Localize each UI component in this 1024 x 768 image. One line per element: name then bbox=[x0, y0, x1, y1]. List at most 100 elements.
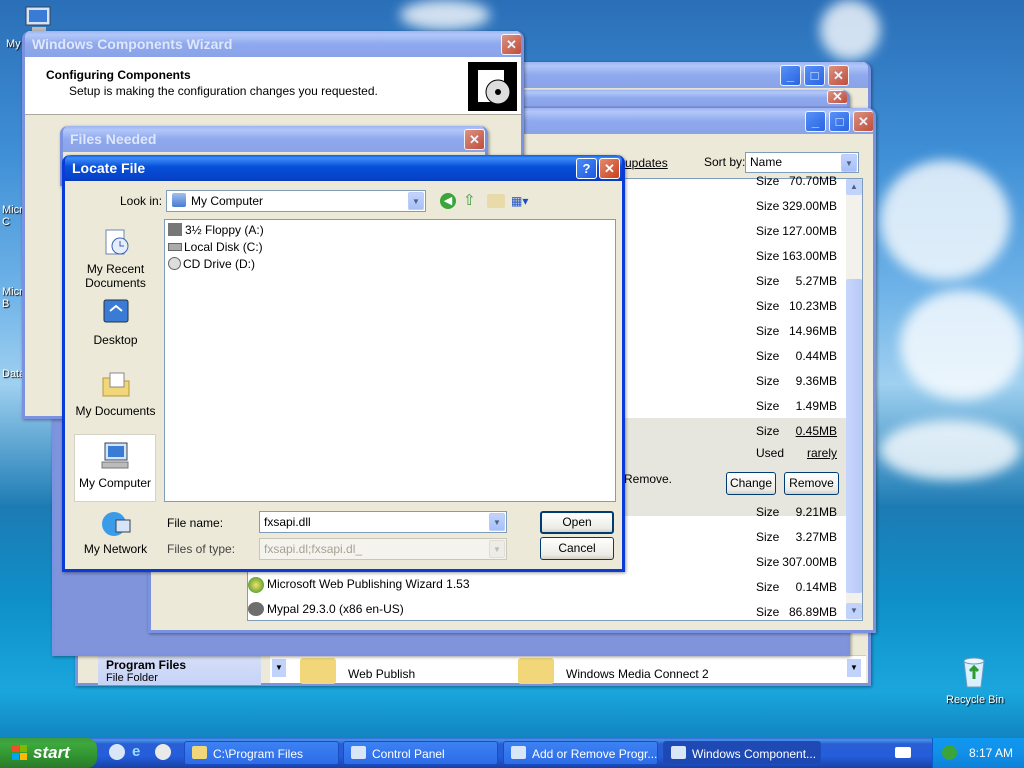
desktop-label-micro-b: Micro B bbox=[2, 286, 29, 310]
close-button[interactable]: ✕ bbox=[828, 65, 849, 86]
media-player-icon[interactable] bbox=[155, 744, 171, 760]
desktop-label-micro-c: Micro C bbox=[2, 204, 29, 228]
place-my-computer[interactable]: My Computer bbox=[74, 434, 156, 502]
maximize-button[interactable]: □ bbox=[829, 111, 850, 132]
wizard-subheading: Setup is making the configuration change… bbox=[69, 84, 378, 98]
view-menu-icon[interactable]: ▦▾ bbox=[511, 194, 535, 208]
windows-update-icon[interactable] bbox=[109, 744, 125, 760]
task-windows-components[interactable]: Windows Component... bbox=[663, 741, 821, 765]
chevron-down-icon[interactable]: ▼ bbox=[489, 513, 505, 531]
cancel-button[interactable]: Cancel bbox=[540, 537, 614, 560]
scroll-down-arrow[interactable]: ▼ bbox=[846, 603, 862, 619]
task-control-panel[interactable]: Control Panel bbox=[343, 741, 498, 765]
help-button[interactable]: ? bbox=[576, 158, 597, 179]
web-publishing-wizard-icon bbox=[248, 577, 264, 593]
file-name-input[interactable]: fxsapi.dll ▼ bbox=[259, 511, 507, 533]
change-button[interactable]: Change bbox=[726, 472, 776, 495]
chevron-down-icon[interactable]: ▼ bbox=[408, 192, 424, 210]
new-folder-icon[interactable] bbox=[487, 194, 505, 208]
internet-explorer-icon[interactable]: e bbox=[132, 744, 148, 760]
task-add-remove[interactable]: Add or Remove Progr... bbox=[503, 741, 658, 765]
place-label: My Computer bbox=[78, 476, 152, 490]
my-computer-icon bbox=[99, 440, 131, 472]
scroll-thumb[interactable] bbox=[846, 279, 862, 593]
up-folder-icon[interactable]: ⇧ bbox=[463, 192, 481, 210]
chevron-down-icon[interactable]: ▼ bbox=[841, 154, 857, 172]
hard-drive-icon bbox=[168, 243, 182, 251]
look-in-value: My Computer bbox=[191, 194, 264, 208]
remove-hint-text: Remove. bbox=[624, 472, 673, 486]
selected-folder-type: File Folder bbox=[106, 672, 158, 684]
size-value: 0.44MB bbox=[795, 349, 837, 363]
file-name-label: File name: bbox=[167, 516, 224, 530]
file-item-local-disk[interactable]: Local Disk (C:) bbox=[168, 240, 263, 254]
maximize-button[interactable]: □ bbox=[804, 65, 825, 86]
files-needed-title: Files Needed bbox=[70, 131, 157, 147]
place-my-recent-documents[interactable]: My Recent Documents bbox=[74, 226, 157, 290]
list-scrollbar[interactable]: ▲ ▼ bbox=[846, 179, 862, 620]
look-in-select[interactable]: My Computer ▼ bbox=[166, 190, 426, 212]
file-item-cd-drive[interactable]: CD Drive (D:) bbox=[168, 257, 255, 271]
place-my-documents[interactable]: My Documents bbox=[74, 368, 157, 418]
scroll-down-arrow[interactable]: ▼ bbox=[272, 659, 286, 677]
place-desktop[interactable]: Desktop bbox=[74, 297, 157, 347]
quick-launch: e bbox=[105, 743, 175, 763]
floppy-drive-icon bbox=[168, 223, 182, 236]
wizard-heading: Configuring Components bbox=[46, 68, 191, 82]
folder-list: ▼ Web Publish Windows Media Connect 2 ▼ bbox=[270, 655, 866, 684]
back-icon[interactable]: ◀ bbox=[440, 193, 456, 209]
scroll-down-arrow[interactable]: ▼ bbox=[847, 659, 861, 677]
place-my-network[interactable]: My Network bbox=[74, 508, 157, 556]
folder-item-web-publish[interactable]: Web Publish bbox=[348, 667, 415, 681]
chevron-down-icon: ▼ bbox=[489, 540, 505, 558]
wizard-header: Configuring Components Setup is making t… bbox=[25, 57, 521, 115]
recycle-bin-icon[interactable] bbox=[958, 655, 990, 689]
minimize-button[interactable]: _ bbox=[805, 111, 826, 132]
size-value: 3.27MB bbox=[795, 530, 837, 544]
task-label: Control Panel bbox=[372, 747, 445, 761]
place-label: My Recent Documents bbox=[85, 262, 146, 290]
close-button[interactable]: ✕ bbox=[501, 34, 521, 55]
remove-button[interactable]: Remove bbox=[784, 472, 839, 495]
recent-documents-icon bbox=[100, 226, 132, 258]
selected-size-value[interactable]: 0.45MB bbox=[757, 424, 837, 438]
desktop-label-my: My bbox=[6, 38, 21, 50]
used-value[interactable]: rarely bbox=[757, 446, 837, 460]
file-item-floppy[interactable]: 3½ Floppy (A:) bbox=[168, 223, 264, 237]
locate-file-titlebar: Locate File ? ✕ bbox=[65, 155, 622, 181]
close-button[interactable]: ✕ bbox=[599, 158, 620, 179]
folder-icon bbox=[192, 746, 207, 759]
folder-icon bbox=[300, 658, 336, 684]
file-item-label: Local Disk (C:) bbox=[184, 240, 263, 254]
close-button[interactable]: ✕ bbox=[464, 129, 485, 150]
size-value: 329.00MB bbox=[782, 199, 837, 213]
minimize-button[interactable]: _ bbox=[780, 65, 801, 86]
folder-icon bbox=[518, 658, 554, 684]
keyboard-icon[interactable] bbox=[895, 747, 911, 758]
size-value: 70.70MB bbox=[788, 174, 837, 186]
program-row-mypal[interactable]: Mypal 29.3.0 (x86 en-US) bbox=[248, 602, 404, 616]
wizard-title: Windows Components Wizard bbox=[32, 36, 233, 52]
clock[interactable]: 8:17 AM bbox=[969, 746, 1013, 760]
system-tray: 8:17 AM bbox=[932, 738, 1024, 768]
show-updates-label[interactable]: updates bbox=[625, 156, 668, 170]
scroll-up-arrow[interactable]: ▲ bbox=[846, 179, 862, 195]
task-program-files[interactable]: C:\Program Files bbox=[184, 741, 339, 765]
selected-folder-name: Program Files bbox=[106, 658, 187, 672]
folder-item-windows-media-connect[interactable]: Windows Media Connect 2 bbox=[566, 667, 709, 681]
open-button[interactable]: Open bbox=[540, 511, 614, 534]
size-value: 5.27MB bbox=[795, 274, 837, 288]
size-value: 86.89MB bbox=[788, 605, 837, 619]
close-button[interactable]: ✕ bbox=[827, 90, 847, 104]
sort-by-select[interactable]: Name ▼ bbox=[745, 152, 859, 173]
size-value: 127.00MB bbox=[782, 224, 837, 238]
file-type-label: Files of type: bbox=[167, 542, 236, 556]
close-button[interactable]: ✕ bbox=[853, 111, 873, 132]
desktop-icon bbox=[100, 297, 132, 329]
start-button[interactable]: start bbox=[0, 738, 97, 768]
my-network-icon bbox=[100, 508, 132, 540]
network-tray-icon[interactable] bbox=[942, 745, 957, 760]
taskbar: start e C:\Program Files Control Panel A… bbox=[0, 738, 1024, 768]
program-row-web-publishing[interactable]: Microsoft Web Publishing Wizard 1.53 bbox=[248, 577, 470, 593]
cd-drive-icon bbox=[168, 257, 181, 270]
